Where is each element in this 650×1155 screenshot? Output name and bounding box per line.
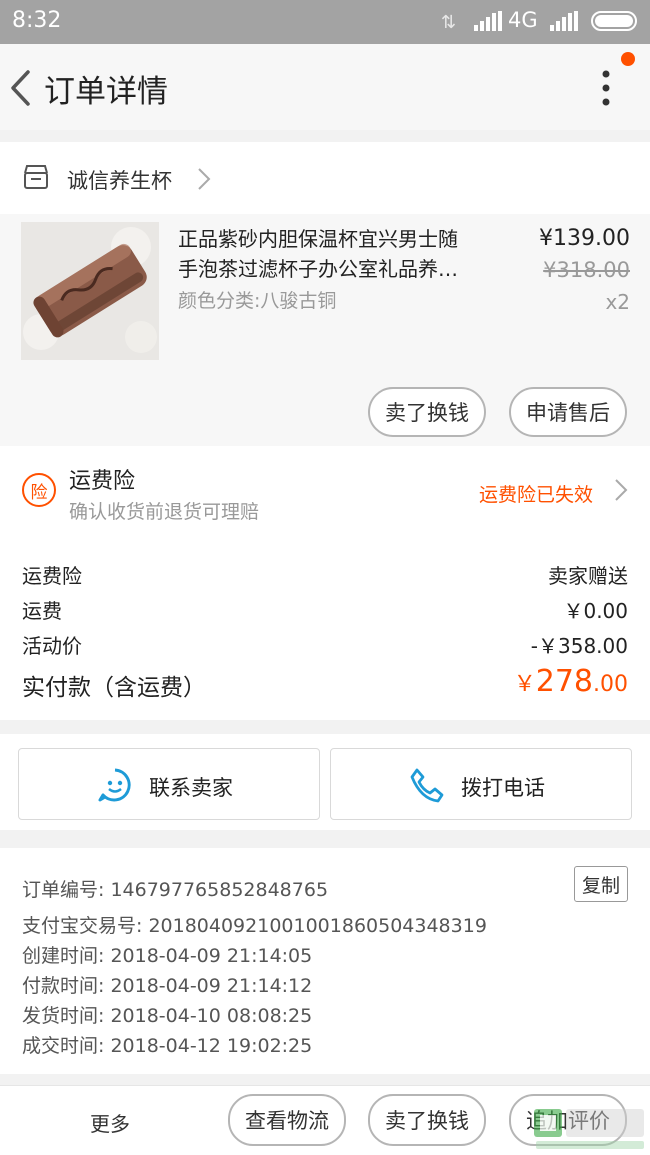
product-price: ¥139.00	[539, 226, 630, 251]
watermark-logo	[534, 1109, 644, 1149]
sell-button[interactable]: 卖了换钱	[368, 387, 486, 437]
network-type: 4G	[508, 8, 538, 32]
battery-icon	[591, 11, 637, 31]
insurance-subtitle: 确认收货前退货可理赔	[69, 501, 260, 523]
contact-section: 联系卖家 拨打电话	[0, 734, 650, 830]
fee-row-discount: 活动价 -￥358.00	[22, 630, 628, 659]
signal-icon	[474, 11, 502, 31]
call-button[interactable]: 拨打电话	[330, 748, 632, 820]
fee-row-insurance: 运费险 卖家赠送	[22, 560, 628, 589]
fee-value: 卖家赠送	[548, 564, 628, 588]
fee-label: 运费险	[22, 564, 82, 588]
store-icon	[24, 165, 48, 189]
order-item[interactable]: 正品紫砂内胆保温杯宜兴男士随 手泡茶过滤杯子办公室礼品养… 颜色分类:八骏古铜 …	[0, 214, 650, 446]
copy-button[interactable]: 复制	[574, 866, 628, 902]
shipping-insurance-row[interactable]: 险 运费险 确认收货前退货可理赔 运费险已失效	[0, 446, 650, 538]
alipay-trade-number: 支付宝交易号: 2018040921001001860504348319	[22, 915, 487, 937]
product-image[interactable]	[21, 222, 159, 360]
more-button[interactable]: 更多	[90, 1108, 130, 1137]
insurance-title: 运费险	[69, 469, 136, 494]
chat-bubble-icon	[98, 768, 131, 802]
view-logistics-button[interactable]: 查看物流	[228, 1094, 346, 1146]
fee-row-shipping: 运费 ￥0.00	[22, 595, 628, 624]
fee-value: ￥0.00	[563, 599, 628, 623]
insurance-status[interactable]: 运费险已失效	[479, 480, 593, 507]
fee-label: 运费	[22, 599, 62, 623]
status-time: 8:32	[12, 8, 62, 33]
shipped-time: 发货时间: 2018-04-10 08:08:25	[22, 1005, 313, 1027]
order-info: 订单编号: 146797765852848765 复制 支付宝交易号: 2018…	[0, 848, 650, 1074]
paid-time: 付款时间: 2018-04-09 21:14:12	[22, 975, 313, 997]
notification-dot	[621, 52, 635, 66]
back-arrow-icon[interactable]	[8, 68, 34, 108]
product-title[interactable]: 正品紫砂内胆保温杯宜兴男士随 手泡茶过滤杯子办公室礼品养…	[178, 224, 498, 284]
shop-row[interactable]: 诚信养生杯	[0, 142, 650, 214]
total-paid-row: 实付款（含运费） ￥278.00	[22, 664, 628, 702]
total-label: 实付款（含运费）	[22, 675, 206, 701]
contact-seller-label: 联系卖家	[149, 776, 233, 800]
completed-time: 成交时间: 2018-04-12 19:02:25	[22, 1035, 313, 1057]
status-bar: 8:32 ⇅ 4G	[0, 0, 650, 44]
product-title-line2: 手泡茶过滤杯子办公室礼品养…	[178, 257, 458, 281]
product-sku: 颜色分类:八骏古铜	[178, 290, 337, 312]
fee-value: -￥358.00	[530, 634, 628, 658]
created-time: 创建时间: 2018-04-09 21:14:05	[22, 945, 313, 967]
fee-summary: 运费险 卖家赠送 运费 ￥0.00 活动价 -￥358.00 实付款（含运费） …	[0, 538, 650, 720]
chevron-right-icon	[198, 168, 211, 190]
nav-header: 订单详情	[0, 44, 650, 130]
total-amount: ￥278.00	[513, 664, 628, 699]
sell-button-bottom[interactable]: 卖了换钱	[368, 1094, 486, 1146]
call-label: 拨打电话	[461, 776, 545, 800]
page-title: 订单详情	[44, 74, 168, 110]
product-title-line1: 正品紫砂内胆保温杯宜兴男士随	[178, 227, 458, 251]
chevron-right-icon	[615, 479, 628, 501]
product-quantity: x2	[605, 290, 630, 314]
shop-name[interactable]: 诚信养生杯	[67, 165, 172, 195]
order-number: 订单编号: 146797765852848765	[22, 879, 329, 901]
product-original-price: ¥318.00	[543, 258, 630, 282]
data-transfer-icon: ⇅	[441, 12, 457, 33]
signal-icon-2	[550, 11, 578, 31]
phone-icon	[410, 768, 444, 803]
fee-label: 活动价	[22, 634, 82, 658]
contact-seller-button[interactable]: 联系卖家	[18, 748, 320, 820]
more-options-icon[interactable]	[596, 70, 616, 106]
after-sale-button[interactable]: 申请售后	[509, 387, 627, 437]
insurance-badge-icon: 险	[22, 473, 56, 507]
